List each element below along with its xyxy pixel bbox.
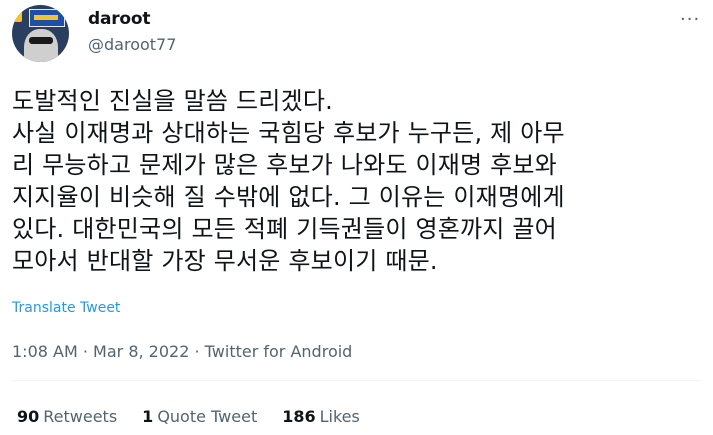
avatar-glasses bbox=[29, 37, 53, 44]
likes-label: Likes bbox=[319, 407, 360, 426]
display-name[interactable]: daroot bbox=[88, 9, 151, 29]
user-handle[interactable]: @daroot77 bbox=[88, 35, 176, 54]
tweet-line: 있다. 대한민국의 모든 적폐 기득권들이 영혼까지 끌어 bbox=[12, 215, 557, 243]
more-options-icon[interactable]: ··· bbox=[680, 11, 700, 29]
avatar[interactable] bbox=[12, 5, 69, 62]
avatar-sign bbox=[29, 9, 65, 27]
retweets-count: 90 bbox=[17, 407, 40, 426]
tweet-text: 도발적인 진실을 말씀 드리겠다. 사실 이재명과 상대하는 국힘당 후보가 누… bbox=[12, 85, 707, 277]
meta-separator: · bbox=[82, 342, 88, 361]
tweet-line: 모아서 반대할 가장 무서운 후보이기 때문. bbox=[12, 247, 438, 275]
quote-tweets-label: Quote Tweet bbox=[157, 407, 258, 426]
avatar-face bbox=[24, 29, 58, 62]
tweet-line: 지지율이 비슷해 질 수밖에 없다. 그 이유는 이재명에게 bbox=[12, 183, 565, 211]
tweet-line: 도발적인 진실을 말씀 드리겠다. bbox=[12, 87, 333, 115]
divider bbox=[12, 380, 701, 381]
quote-tweets-stat[interactable]: 1 Quote Tweet bbox=[142, 407, 257, 426]
tweet-time[interactable]: 1:08 AM bbox=[12, 342, 78, 361]
retweets-label: Retweets bbox=[43, 407, 118, 426]
tweet-date[interactable]: Mar 8, 2022 bbox=[93, 342, 189, 361]
tweet-stats: 90 Retweets 1 Quote Tweet 186 Likes bbox=[17, 407, 360, 426]
tweet-source[interactable]: Twitter for Android bbox=[205, 342, 353, 361]
tweet-line: 리 무능하고 문제가 많은 후보가 나와도 이재명 후보와 bbox=[12, 151, 557, 179]
likes-stat[interactable]: 186 Likes bbox=[282, 407, 360, 426]
retweets-stat[interactable]: 90 Retweets bbox=[17, 407, 117, 426]
quote-tweets-count: 1 bbox=[142, 407, 154, 426]
tweet-line: 사실 이재명과 상대하는 국힘당 후보가 누구든, 제 아무 bbox=[12, 119, 565, 147]
tweet-meta: 1:08 AM · Mar 8, 2022 · Twitter for Andr… bbox=[12, 342, 352, 361]
likes-count: 186 bbox=[282, 407, 316, 426]
avatar-badge bbox=[14, 8, 22, 22]
translate-tweet-link[interactable]: Translate Tweet bbox=[12, 300, 120, 316]
meta-separator: · bbox=[194, 342, 200, 361]
